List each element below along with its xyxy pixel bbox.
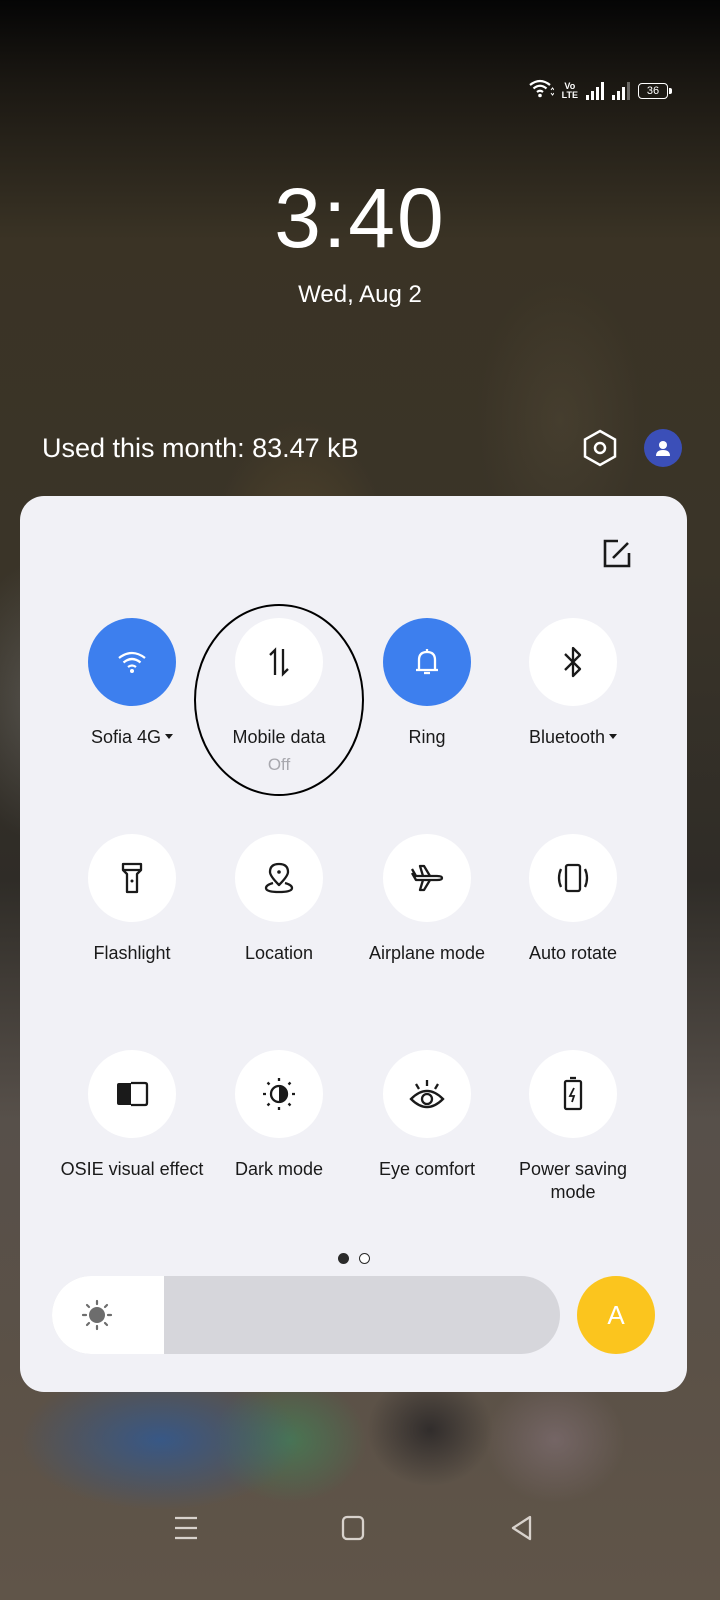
tile-label: Power saving mode	[518, 1159, 628, 1202]
mobile-data-status: Off	[267, 755, 291, 774]
home-icon	[341, 1515, 365, 1541]
airplane-icon	[411, 864, 444, 892]
auto-rotate-icon	[557, 863, 589, 893]
ring-toggle[interactable]	[383, 618, 471, 706]
tile-label: OSIE visual effect	[60, 1159, 204, 1179]
signal-sim1-icon	[586, 81, 604, 100]
mobile-data-icon	[269, 647, 289, 677]
tile-label: Sofia 4G	[58, 726, 206, 749]
bluetooth-label: Bluetooth	[528, 727, 606, 747]
brightness-slider[interactable]	[52, 1276, 560, 1354]
tile-osie-visual-effect[interactable]: OSIE visual effect	[58, 1050, 206, 1181]
tile-label: Auto rotate	[528, 943, 618, 963]
home-button[interactable]	[333, 1508, 373, 1548]
volte-icon: Vo LTE	[561, 81, 578, 100]
bluetooth-toggle[interactable]	[529, 618, 617, 706]
tile-bluetooth[interactable]: Bluetooth	[499, 618, 647, 749]
wifi-icon	[118, 651, 146, 673]
signal-sim2-icon	[612, 81, 630, 100]
bluetooth-icon	[564, 646, 582, 678]
tile-label: Eye comfort	[378, 1159, 476, 1179]
tile-airplane-mode[interactable]: Airplane mode	[353, 834, 501, 965]
wifi-icon	[528, 78, 555, 103]
auto-brightness-button[interactable]: A	[577, 1276, 655, 1354]
edit-button[interactable]	[599, 536, 635, 572]
mobile-data-toggle[interactable]	[235, 618, 323, 706]
location-toggle[interactable]	[235, 834, 323, 922]
date: Wed, Aug 2	[298, 281, 422, 308]
osie-toggle[interactable]	[88, 1050, 176, 1138]
tile-label: Ring	[408, 727, 446, 747]
tile-power-saving-mode[interactable]: Power saving mode	[499, 1050, 647, 1204]
auto-rotate-toggle[interactable]	[529, 834, 617, 922]
dropdown-caret-icon[interactable]	[609, 733, 618, 739]
clock: 3:40	[274, 171, 446, 265]
tile-wifi[interactable]: Sofia 4G	[58, 618, 206, 749]
settings-button[interactable]	[580, 428, 620, 468]
tile-label: Dark mode	[234, 1159, 324, 1179]
osie-icon	[117, 1081, 149, 1107]
user-icon	[656, 441, 670, 456]
edit-icon	[603, 539, 631, 568]
battery-icon: 36	[638, 82, 672, 99]
navigation-bar	[0, 1508, 720, 1548]
quick-settings-panel: Sofia 4G Mobile data Off Ring Bluetooth …	[20, 496, 687, 1392]
page-dot-inactive[interactable]	[358, 1253, 370, 1264]
airplane-toggle[interactable]	[383, 834, 471, 922]
tile-label: Airplane mode	[368, 943, 486, 963]
avatar[interactable]	[644, 429, 682, 467]
dropdown-caret-icon[interactable]	[165, 733, 174, 739]
status-bar: Vo LTE 36	[528, 78, 672, 103]
wifi-toggle[interactable]	[88, 618, 176, 706]
location-icon	[264, 862, 294, 894]
tile-flashlight[interactable]: Flashlight	[58, 834, 206, 965]
tile-dark-mode[interactable]: Dark mode	[205, 1050, 353, 1181]
back-icon	[511, 1515, 532, 1541]
battery-saver-icon	[563, 1076, 583, 1111]
tile-label: Location	[244, 943, 314, 963]
dark-mode-toggle[interactable]	[235, 1050, 323, 1138]
recents-button[interactable]	[166, 1508, 206, 1548]
wifi-network-name: Sofia 4G	[90, 727, 162, 747]
header-row: Used this month: 83.47 kB	[42, 426, 682, 470]
page-dot-active[interactable]	[337, 1253, 349, 1264]
menu-icon	[175, 1516, 197, 1540]
battery-level: 36	[646, 84, 660, 97]
data-usage-text[interactable]: Used this month: 83.47 kB	[42, 433, 580, 464]
eye-comfort-toggle[interactable]	[383, 1050, 471, 1138]
power-saving-toggle[interactable]	[529, 1050, 617, 1138]
tile-location[interactable]: Location	[205, 834, 353, 965]
tile-auto-rotate[interactable]: Auto rotate	[499, 834, 647, 965]
page-indicator	[20, 1253, 687, 1264]
tile-ring[interactable]: Ring	[353, 618, 501, 749]
volte-bottom: LTE	[561, 89, 578, 100]
flashlight-toggle[interactable]	[88, 834, 176, 922]
eye-icon	[409, 1080, 445, 1109]
dark-mode-icon	[263, 1078, 295, 1110]
tile-label: Flashlight	[93, 943, 171, 963]
back-button[interactable]	[502, 1508, 542, 1548]
tile-mobile-data[interactable]: Mobile data Off	[205, 618, 353, 775]
settings-hexagon-icon	[583, 429, 617, 467]
tile-eye-comfort[interactable]: Eye comfort	[353, 1050, 501, 1181]
tile-label: Bluetooth	[499, 726, 647, 749]
brightness-icon	[81, 1299, 113, 1331]
bell-icon	[416, 649, 438, 675]
tile-label: Mobile data	[232, 727, 326, 747]
flashlight-icon	[121, 862, 143, 894]
